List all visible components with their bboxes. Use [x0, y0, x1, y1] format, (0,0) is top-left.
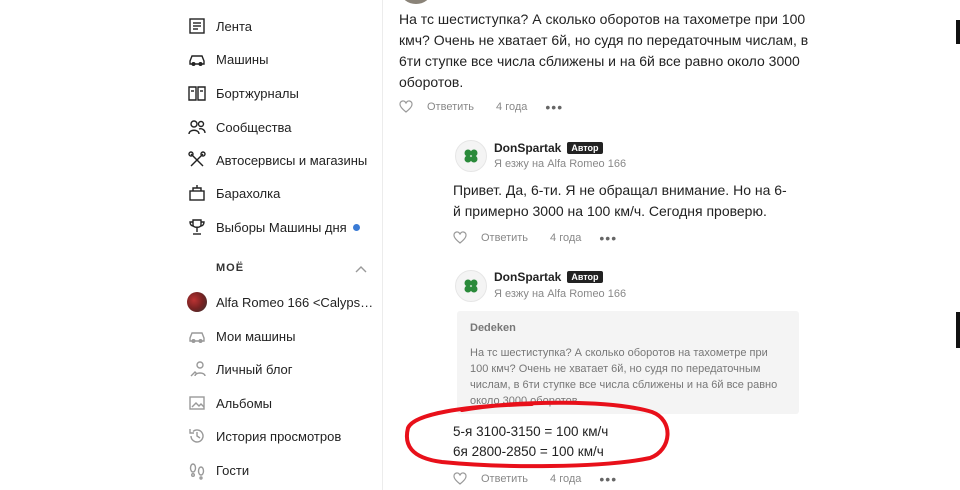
- nav-item-label: Барахолка: [216, 185, 281, 201]
- nav-item-label: Гости: [216, 462, 250, 478]
- my-cars-icon: [186, 326, 208, 346]
- more-options-button[interactable]: •••: [599, 471, 617, 487]
- screen-edge-mark: [956, 20, 960, 44]
- user-avatar[interactable]: [455, 140, 487, 172]
- page-margin-right: [915, 0, 960, 490]
- feed-icon: [186, 16, 208, 36]
- red-circle-annotation: [405, 400, 670, 469]
- cloverleaf-icon: [464, 149, 478, 163]
- comment-actions: Ответить 4 года •••: [453, 471, 617, 487]
- heart-icon[interactable]: [453, 231, 467, 245]
- chevron-up-icon[interactable]: [354, 262, 368, 274]
- car-icon: [186, 49, 208, 69]
- quote-author: Dedeken: [470, 322, 516, 334]
- nav-item-history[interactable]: История просмотров: [186, 424, 341, 448]
- market-icon: [186, 183, 208, 203]
- nav-item-market[interactable]: Барахолка: [186, 181, 280, 205]
- comment-actions: Ответить 4 года •••: [453, 230, 617, 246]
- nav-item-label: Личный блог: [216, 361, 293, 377]
- community-icon: [186, 117, 208, 137]
- my-section-title: МОЁ: [216, 262, 245, 274]
- nav-item-label: Автосервисы и магазины: [216, 152, 368, 168]
- nav-item-my-car[interactable]: Alfa Romeo 166 <Calyps…: [186, 290, 373, 314]
- nav-item-car-of-day[interactable]: Выборы Машины дня: [186, 215, 360, 239]
- trophy-icon: [186, 217, 208, 237]
- timestamp: 4 года: [496, 101, 528, 113]
- timestamp: 4 года: [550, 232, 582, 244]
- avatar[interactable]: [401, 0, 431, 4]
- nav-item-blog[interactable]: Личный блог: [186, 357, 293, 381]
- nav-item-guests[interactable]: Гости: [186, 458, 249, 482]
- reply-button[interactable]: Ответить: [481, 232, 528, 244]
- car-avatar: [186, 292, 208, 312]
- nav-item-label: Альбомы: [216, 395, 272, 411]
- page-margin-left: [0, 0, 170, 490]
- more-options-button[interactable]: •••: [599, 230, 617, 246]
- sidebar-nav: Лента Машины Бортжурналы Сообщества Авто…: [170, 0, 382, 490]
- timestamp: 4 года: [550, 473, 582, 485]
- author-name[interactable]: DonSpartak: [494, 270, 561, 284]
- comment-text: Привет. Да, 6-ти. Я не обращал внимание.…: [453, 182, 787, 219]
- nav-item-feed[interactable]: Лента: [186, 14, 252, 38]
- nav-item-label: Бортжурналы: [216, 85, 299, 101]
- nav-item-label: Сообщества: [216, 119, 292, 135]
- nav-item-label: Мои машины: [216, 328, 296, 344]
- nav-item-services[interactable]: Автосервисы и магазины: [186, 148, 367, 172]
- nav-item-logbooks[interactable]: Бортжурналы: [186, 81, 299, 105]
- comment-text: На тс шестиступка? А сколько оборотов на…: [399, 11, 809, 90]
- logbook-icon: [186, 83, 208, 103]
- cloverleaf-icon: [464, 279, 478, 293]
- nav-item-albums[interactable]: Альбомы: [186, 391, 272, 415]
- history-icon: [186, 426, 208, 446]
- author-car[interactable]: Я езжу на Alfa Romeo 166: [494, 288, 626, 300]
- nav-item-label: Лента: [216, 18, 252, 34]
- reply-button[interactable]: Ответить: [481, 473, 528, 485]
- screen-edge-mark: [956, 312, 960, 348]
- heart-icon[interactable]: [453, 472, 467, 486]
- comment-author: DonSpartak Автор: [494, 141, 603, 155]
- heart-icon[interactable]: [399, 100, 413, 114]
- tools-icon: [186, 150, 208, 170]
- comment-author: DonSpartak Автор: [494, 270, 603, 284]
- blog-icon: [186, 359, 208, 379]
- reply-button[interactable]: Ответить: [427, 101, 474, 113]
- albums-icon: [186, 393, 208, 413]
- notification-dot: [352, 223, 360, 231]
- nav-item-label: История просмотров: [216, 428, 342, 444]
- footprints-icon: [186, 460, 208, 480]
- more-options-button[interactable]: •••: [545, 99, 563, 115]
- nav-item-label: Машины: [216, 51, 269, 67]
- author-car[interactable]: Я езжу на Alfa Romeo 166: [494, 158, 626, 170]
- user-avatar[interactable]: [455, 270, 487, 302]
- nav-item-label: Выборы Машины дня: [216, 219, 347, 235]
- nav-item-label: Alfa Romeo 166 <Calyps…: [216, 294, 374, 310]
- author-badge: Автор: [567, 142, 603, 154]
- comment-actions: Ответить 4 года •••: [399, 99, 563, 115]
- nav-item-my-cars[interactable]: Мои машины: [186, 324, 295, 348]
- nav-item-cars[interactable]: Машины: [186, 47, 268, 71]
- author-badge: Автор: [567, 271, 603, 283]
- author-name[interactable]: DonSpartak: [494, 141, 561, 155]
- nav-item-communities[interactable]: Сообщества: [186, 115, 292, 139]
